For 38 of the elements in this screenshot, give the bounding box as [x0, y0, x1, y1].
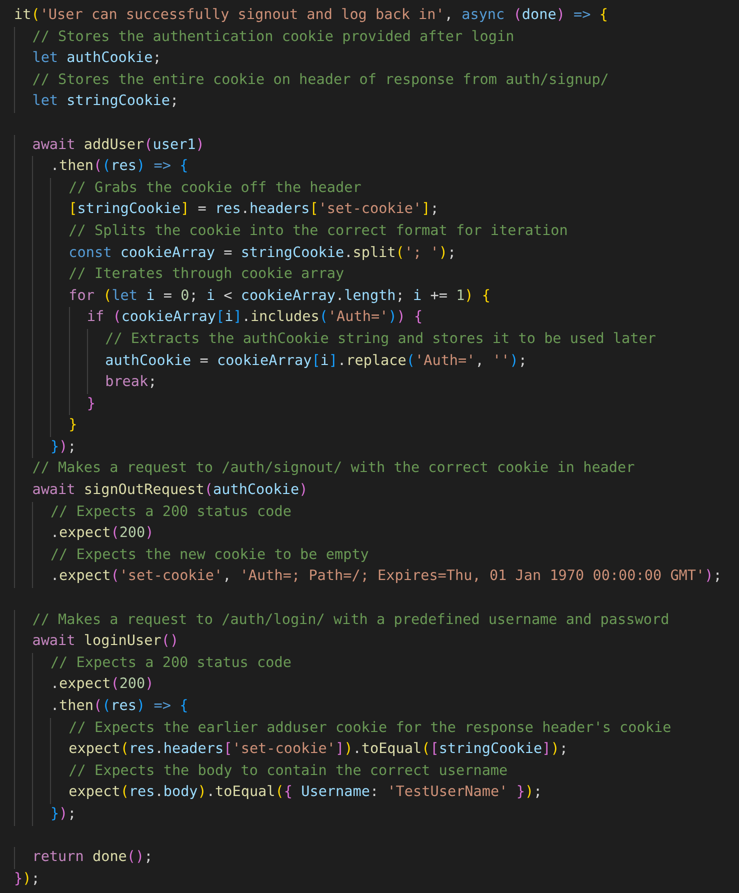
code-line: [stringCookie] = res.headers['set-cookie']; [14, 199, 439, 221]
code-line: } [14, 394, 96, 416]
code-line: }); [14, 804, 76, 826]
code-line: // Makes a request to /auth/signout/ with the correct cookie in header [14, 458, 635, 480]
code-line: .then((res) => { [14, 696, 188, 718]
code-line: // Splits the cookie into the correct format for iteration [14, 220, 568, 243]
code-line: // Makes a request to /auth/login/ with a predefined username and password [14, 610, 670, 632]
code-line: // Expects a 200 status code [14, 652, 292, 674]
code-line: expect(res.headers['set-cookie']).toEqual([stringCookie]); [14, 739, 568, 761]
code-line: if (cookieArray[i].includes('Auth=')) { [14, 307, 423, 329]
code-line: // Grabs the cookie off the header [14, 178, 362, 200]
code-line: it('User can successfully signout and log back in', async (done) => { [14, 6, 608, 25]
code-line: authCookie = cookieArray[i].replace('Auth=', ''); [14, 350, 527, 372]
code-line: // Stores the entire cookie on header of response from auth/signup/ [14, 70, 609, 92]
code-line: // Expects a 200 status code [14, 502, 292, 524]
code-line: }); [14, 436, 76, 458]
code-line: // Expects the new cookie to be empty [14, 544, 369, 566]
code-line: break; [14, 372, 157, 394]
code-line: await addUser(user1) [14, 134, 204, 156]
code-line: await signOutRequest(authCookie) [14, 480, 308, 502]
code-line: // Expects the body to contain the correct username [14, 760, 508, 782]
code-line: // Expects the earlier adduser cookie for the response header's cookie [14, 718, 672, 740]
code-line: // Iterates through cookie array [14, 264, 344, 286]
code-line: return done(); [14, 847, 153, 869]
code-line: // Extracts the authCookie string and stores it to be used later [14, 328, 656, 350]
code-line: await loginUser() [14, 631, 179, 653]
code-line: } [14, 415, 78, 437]
code-line: .then((res) => { [14, 156, 188, 178]
code-line: expect(res.body).toEqual({ Username: 'TestUserName' }); [14, 782, 542, 804]
code-line: const cookieArray = stringCookie.split('; '); [14, 242, 456, 264]
code-line: // Stores the authentication cookie provided after login [14, 26, 514, 48]
code-line: for (let i = 0; i < cookieArray.length; i += 1) { [14, 286, 490, 308]
code-line: let stringCookie; [14, 91, 179, 113]
code-line: let authCookie; [14, 48, 162, 70]
code-line: }); [14, 870, 40, 889]
code-line: .expect(200) [14, 674, 154, 696]
code-line: .expect('set-cookie', 'Auth=; Path=/; Expires=Thu, 01 Jan 1970 00:00:00 GMT'); [14, 566, 722, 588]
code-line: .expect(200) [14, 523, 154, 545]
